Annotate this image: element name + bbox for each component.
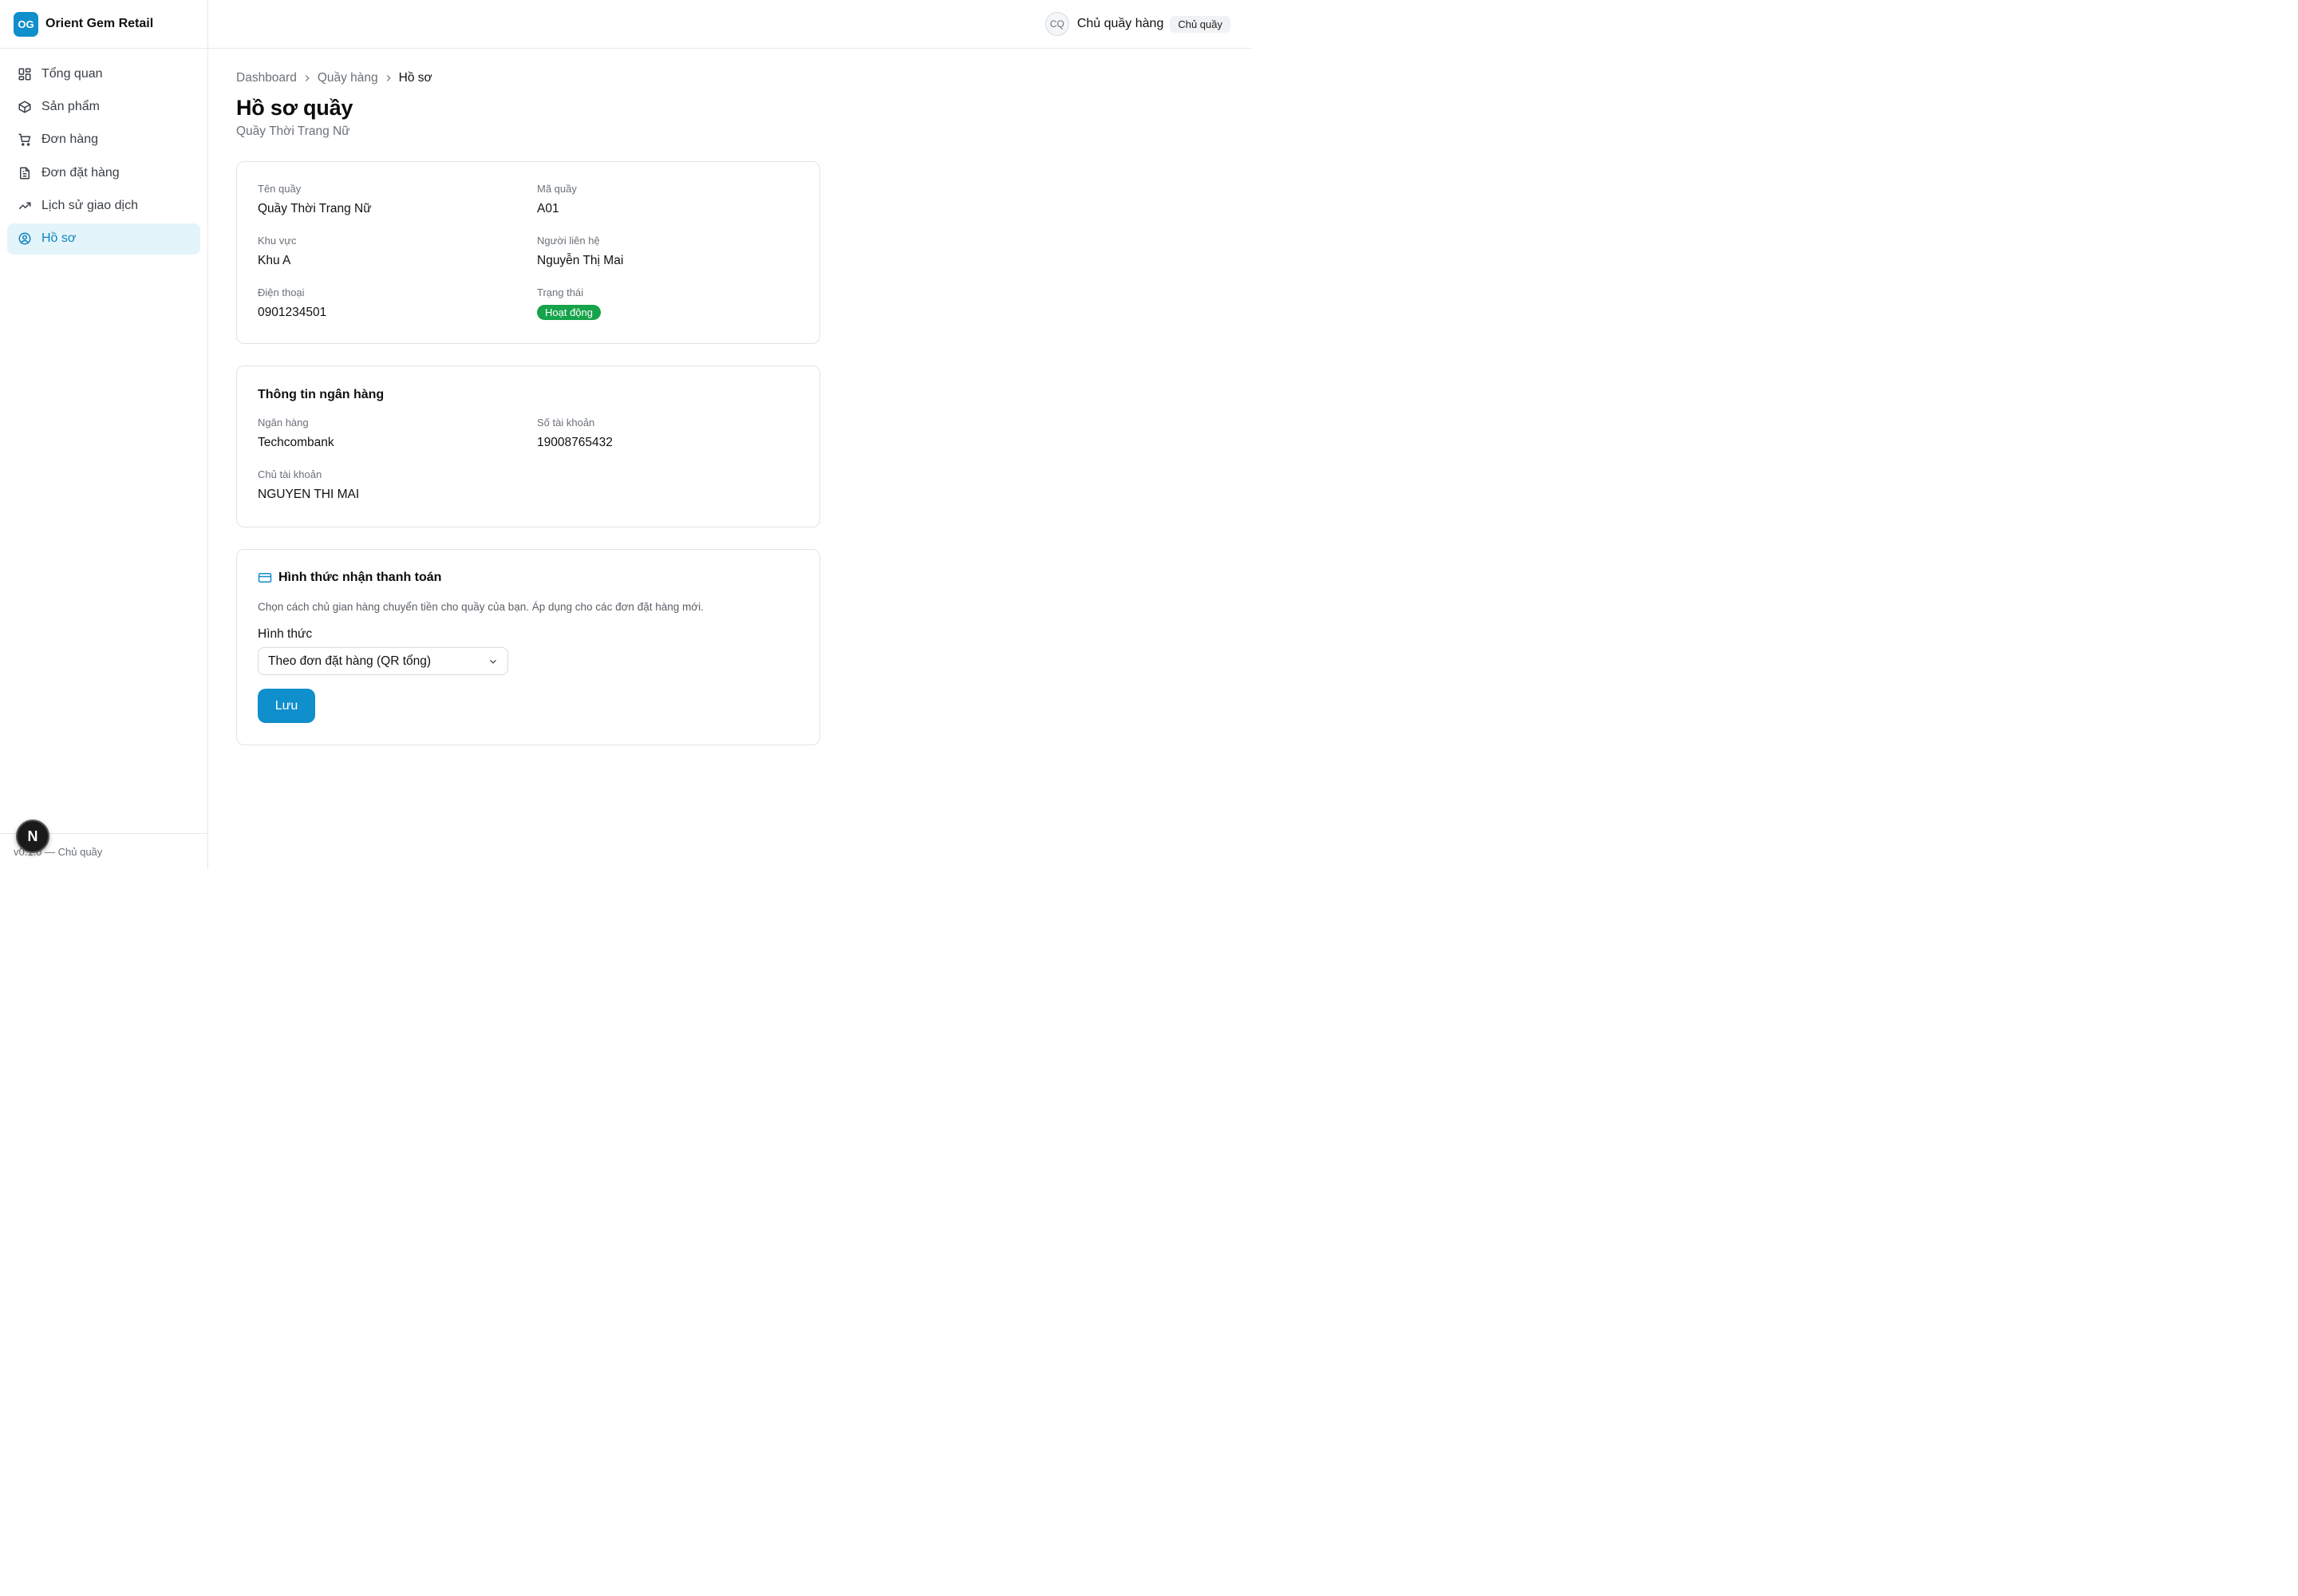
- page-subtitle: Quầy Thời Trang Nữ: [236, 124, 350, 138]
- field-so-tai-khoan: Số tài khoản 19008765432: [537, 417, 799, 452]
- sidebar-item-ho-so[interactable]: Hồ sơ: [7, 223, 200, 255]
- field-value: A01: [537, 202, 559, 215]
- payment-card: Hình thức nhận thanh toán Chọn cách chủ …: [236, 549, 820, 745]
- bank-card: Thông tin ngân hàng Ngân hàng Techcomban…: [236, 365, 820, 527]
- page-title: Hồ sơ quầy: [236, 96, 353, 120]
- user-circle-icon: [18, 232, 31, 245]
- status-badge: Hoạt động: [537, 305, 601, 320]
- field-chu-tai-khoan: Chủ tài khoản NGUYEN THI MAI: [258, 468, 537, 504]
- field-khu-vuc: Khu vực Khu A: [258, 235, 537, 271]
- main-content: Dashboard Quầy hàng Hồ sơ Hồ sơ quầy Quầ…: [236, 69, 820, 745]
- field-value: 0901234501: [258, 306, 327, 319]
- chevron-right-icon: [305, 75, 310, 81]
- brand-logo: OG: [14, 11, 38, 37]
- field-nguoi-lien-he: Người liên hệ Nguyễn Thị Mai: [537, 235, 799, 271]
- topbar: CQ Chủ quầy hàng Chủ quầy: [208, 0, 1251, 49]
- sidebar-item-tong-quan[interactable]: Tổng quan: [7, 58, 200, 89]
- field-label: Tên quầy: [258, 183, 302, 195]
- field-value: NGUYEN THI MAI: [258, 488, 360, 501]
- sidebar-item-label: Đơn hàng: [41, 132, 98, 147]
- breadcrumb-current: Hồ sơ: [398, 71, 432, 85]
- field-value: Khu A: [258, 254, 291, 267]
- field-value: Techcombank: [258, 436, 334, 449]
- field-ma-quay: Mã quầy A01: [537, 183, 799, 219]
- field-dien-thoai: Điện thoại 0901234501: [258, 286, 537, 322]
- sidebar-item-label: Hồ sơ: [41, 231, 77, 246]
- sidebar-item-don-hang[interactable]: Đơn hàng: [7, 124, 200, 156]
- sidebar-item-label: Tổng quan: [41, 66, 103, 81]
- field-label: Chủ tài khoản: [258, 468, 322, 480]
- payment-method-value: Theo đơn đặt hàng (QR tổng): [268, 654, 432, 668]
- breadcrumb-quay-hang[interactable]: Quầy hàng: [318, 71, 378, 85]
- field-value: Nguyễn Thị Mai: [537, 254, 624, 267]
- trending-up-icon: [18, 202, 31, 210]
- chevron-down-icon: [490, 659, 496, 664]
- field-value: Quầy Thời Trang Nữ: [258, 202, 372, 215]
- field-label: Ngân hàng: [258, 417, 309, 429]
- sidebar-item-label: Lịch sử giao dịch: [41, 199, 138, 213]
- profile-card: Tên quầy Quầy Thời Trang Nữ Mã quầy A01 …: [236, 161, 820, 344]
- payment-card-title: Hình thức nhận thanh toán: [278, 571, 442, 584]
- field-label: Mã quầy: [537, 183, 577, 195]
- credit-card-icon: [258, 573, 272, 583]
- cart-icon: [18, 133, 31, 147]
- avatar[interactable]: CQ: [1044, 12, 1069, 36]
- field-label: Khu vực: [258, 235, 297, 247]
- sidebar-nav: Tổng quan Sản phẩm Đơn hàng Đơn đặt hàng…: [0, 49, 207, 266]
- field-label: Điện thoại: [258, 286, 305, 298]
- brand-name: Orient Gem Retail: [45, 17, 154, 30]
- brand[interactable]: OG Orient Gem Retail: [0, 0, 207, 49]
- user-name: Chủ quầy hàng: [1076, 17, 1164, 30]
- payment-description: Chọn cách chủ gian hàng chuyển tiền cho …: [258, 601, 704, 613]
- breadcrumb: Dashboard Quầy hàng Hồ sơ: [236, 69, 820, 88]
- field-value: 19008765432: [537, 436, 613, 449]
- field-ten-quay: Tên quầy Quầy Thời Trang Nữ: [258, 183, 537, 219]
- payment-card-header: Hình thức nhận thanh toán: [258, 571, 799, 585]
- payment-method-select[interactable]: Theo đơn đặt hàng (QR tổng): [258, 647, 508, 675]
- sidebar-item-label: Đơn đặt hàng: [41, 165, 120, 180]
- bank-card-title: Thông tin ngân hàng: [258, 388, 385, 401]
- field-label: Người liên hệ: [537, 235, 600, 247]
- dashboard-grid-icon: [18, 68, 31, 80]
- field-ngan-hang: Ngân hàng Techcombank: [258, 417, 537, 452]
- sidebar-item-san-pham[interactable]: Sản phẩm: [7, 91, 200, 122]
- document-icon: [20, 167, 30, 180]
- field-trang-thai: Trạng thái Hoạt động: [537, 286, 799, 322]
- save-button[interactable]: Lưu: [258, 689, 315, 723]
- chevron-right-icon: [386, 75, 391, 81]
- sidebar-item-don-dat-hang[interactable]: Đơn đặt hàng: [7, 157, 200, 188]
- field-label: Số tài khoản: [537, 417, 595, 429]
- package-icon: [18, 101, 31, 113]
- sidebar-item-lich-su-giao-dich[interactable]: Lịch sử giao dịch: [7, 191, 200, 222]
- role-chip: Chủ quầy: [1170, 15, 1230, 33]
- method-label: Hình thức: [258, 627, 313, 641]
- dev-tools-badge[interactable]: N: [16, 820, 49, 853]
- sidebar: OG Orient Gem Retail Tổng quan Sản phẩm …: [0, 0, 208, 869]
- field-label: Trạng thái: [537, 286, 584, 298]
- breadcrumb-dashboard[interactable]: Dashboard: [236, 71, 297, 85]
- sidebar-item-label: Sản phẩm: [41, 99, 100, 113]
